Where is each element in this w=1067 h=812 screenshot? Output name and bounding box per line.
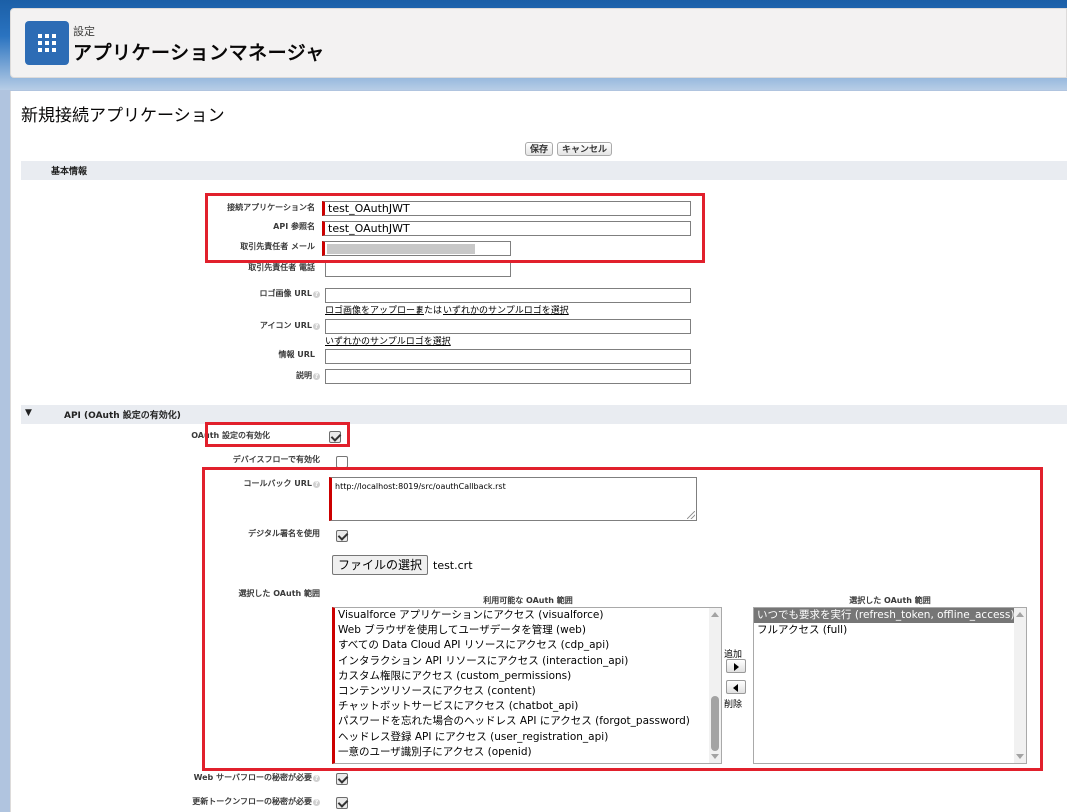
logo-url-input[interactable]: [325, 288, 691, 303]
logo-upload-link[interactable]: ロゴ画像をアップロード: [325, 303, 424, 316]
collapse-triangle-icon[interactable]: ▼: [25, 408, 32, 418]
help-icon[interactable]: ?: [313, 373, 320, 380]
help-icon[interactable]: ?: [313, 775, 320, 782]
icon-url-label: アイコン URL?: [259, 321, 320, 330]
app-title: アプリケーションマネージャ: [73, 42, 325, 64]
web-server-secret-checkbox[interactable]: [336, 773, 348, 785]
main-panel: 新規接続アプリケーション 保存 キャンセル 基本情報 接続アプリケーション名 t…: [10, 91, 1067, 812]
save-button[interactable]: 保存: [525, 142, 554, 156]
device-flow-label: デバイスフローで有効化: [232, 455, 320, 464]
highlight-box-basic: [205, 193, 705, 263]
highlight-box-oauth-config: [202, 467, 1043, 771]
help-icon[interactable]: ?: [313, 799, 320, 806]
icon-url-input[interactable]: [325, 319, 691, 334]
page-header: 設定 アプリケーションマネージャ: [10, 8, 1067, 78]
highlight-box-oauth: [205, 422, 350, 447]
info-url-label: 情報 URL: [278, 350, 315, 359]
section-header-api[interactable]: ▼ API (OAuth 設定の有効化): [21, 405, 1067, 424]
description-input[interactable]: [325, 369, 691, 384]
logo-or-text: または: [415, 306, 443, 316]
logo-sample-link[interactable]: いずれかのサンプルロゴを選択: [443, 303, 569, 316]
button-bar: 保存 キャンセル: [525, 142, 613, 156]
info-url-input[interactable]: [325, 349, 691, 364]
refresh-token-secret-checkbox[interactable]: [336, 797, 348, 809]
refresh-token-secret-label: 更新トークンフローの秘密が必要?: [192, 797, 320, 806]
breadcrumb[interactable]: 設定: [73, 23, 95, 39]
web-server-secret-label: Web サーバフローの秘密が必要?: [193, 773, 320, 782]
logo-url-label: ロゴ画像 URL?: [259, 289, 320, 298]
description-label: 説明?: [296, 371, 320, 380]
icon-sample-link[interactable]: いずれかのサンプルロゴを選択: [325, 334, 451, 347]
section-label: API (OAuth 設定の有効化): [64, 411, 181, 421]
contact-phone-input[interactable]: [325, 262, 511, 277]
help-icon[interactable]: ?: [313, 291, 320, 298]
page-title: 新規接続アプリケーション: [21, 106, 225, 126]
help-icon[interactable]: ?: [313, 323, 320, 330]
section-label: 基本情報: [51, 167, 88, 177]
contact-phone-label: 取引先責任者 電話: [248, 263, 315, 272]
cancel-button[interactable]: キャンセル: [557, 142, 613, 156]
app-launcher-grid-icon[interactable]: [25, 21, 69, 65]
section-header-basic-info: 基本情報: [21, 161, 1067, 180]
